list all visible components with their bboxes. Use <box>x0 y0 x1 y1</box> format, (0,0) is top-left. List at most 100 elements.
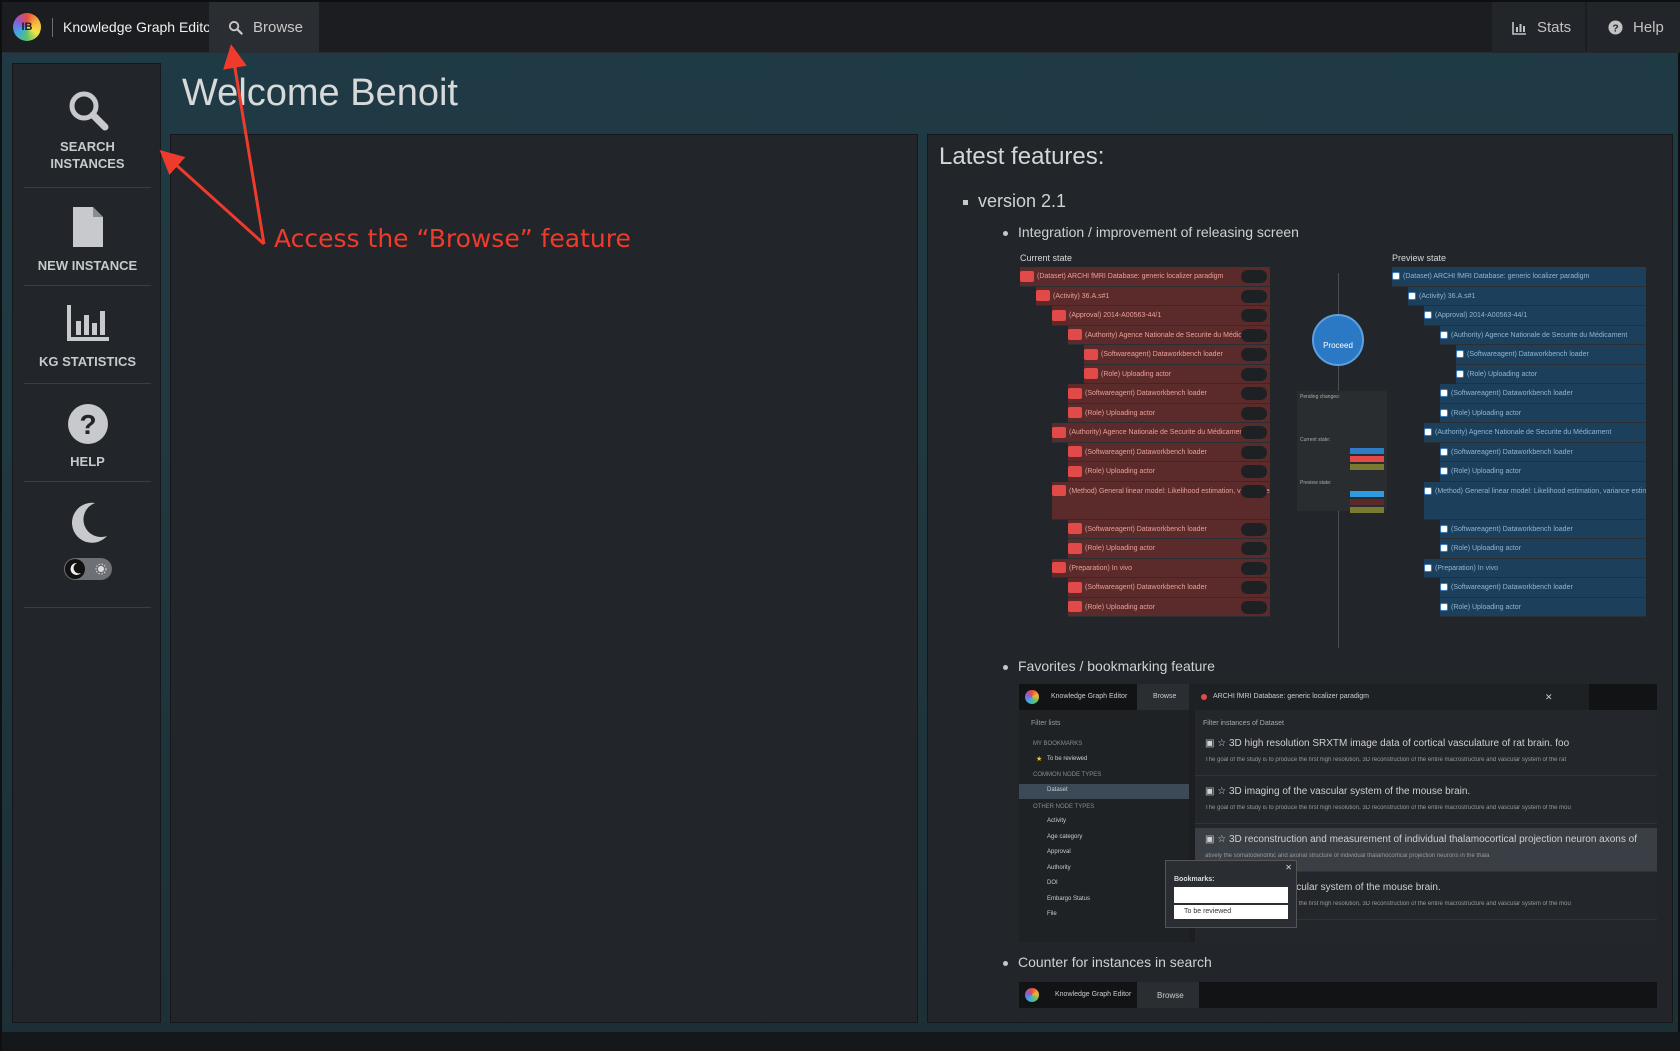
preview-state-row: (Softwareagent) Dataworkbench loader <box>1440 442 1646 462</box>
current-state-row: (Softwareagent) Dataworkbench loader <box>1068 519 1270 539</box>
preview-state-row: (Softwareagent) Dataworkbench loader <box>1440 578 1646 598</box>
status-strip <box>2 1032 1680 1051</box>
annotation-text: Access the “Browse” feature <box>274 224 631 253</box>
row-label: (Authority) Agence Nationale de Securite… <box>1451 331 1628 339</box>
checkbox-icon <box>1440 583 1448 592</box>
result-title: ▣ ☆ 3D imaging of the vascular system of… <box>1205 786 1471 797</box>
current-state-row: (Authority) Agence Nationale de Securite… <box>1068 325 1270 345</box>
row-label: (Role) Uploading actor <box>1085 468 1156 475</box>
checkbox-icon <box>1424 428 1432 437</box>
mini-browse-label: Browse <box>1157 991 1184 1000</box>
node-type-item[interactable]: DOI <box>1047 880 1058 886</box>
release-status-badge <box>1052 426 1066 438</box>
release-toggle[interactable] <box>1241 270 1267 283</box>
preview-state-row: (Softwareagent) Dataworkbench loader <box>1456 345 1646 365</box>
mini-app-title: Knowledge Graph Editor <box>1055 991 1132 998</box>
feature-counter: Counter for instances in search <box>1018 954 1212 970</box>
bookmark-preview-sidebar: Filter lists MY BOOKMARKS ★ To be review… <box>1019 710 1189 942</box>
checkbox-icon <box>1440 544 1448 553</box>
help-label: Help <box>1633 19 1664 36</box>
dataset-item: Dataset <box>1047 787 1068 793</box>
preview-state-row: (Softwareagent) Dataworkbench loader <box>1440 384 1646 404</box>
bookmarks-popover: ✕ Bookmarks: To be reviewed <box>1165 860 1297 928</box>
nav-help[interactable]: ? HELP <box>24 384 151 482</box>
nav-search-instances[interactable]: SEARCH INSTANCES <box>24 82 151 188</box>
result-title: ▣ ☆ 3D high resolution SRXTM image data … <box>1205 738 1570 749</box>
nav-kg-statistics[interactable]: KG STATISTICS <box>24 286 151 384</box>
release-toggle[interactable] <box>1241 406 1267 420</box>
node-type-item[interactable]: Approval <box>1047 849 1071 855</box>
mini-logo <box>1025 690 1039 704</box>
row-label: (Approval) 2014-A00563-44/1 <box>1069 312 1162 319</box>
nav-search-label-2: INSTANCES <box>50 156 125 171</box>
proceed-button[interactable]: Proceed <box>1312 314 1364 366</box>
to-be-reviewed-item: To be reviewed <box>1047 756 1088 762</box>
result-item[interactable]: ▣ ☆ 3D imaging of the vascular system of… <box>1195 780 1657 824</box>
release-toggle[interactable] <box>1241 367 1267 381</box>
pending-changes-box: Pending changes: Current state: Preview … <box>1297 391 1387 513</box>
bookmark-feature-preview: Knowledge Graph Editor Browse ARCHI fMRI… <box>1019 684 1657 942</box>
node-type-item[interactable]: Authority <box>1047 865 1071 871</box>
release-toggle[interactable] <box>1241 465 1267 478</box>
instances-panel <box>170 134 918 1023</box>
release-toggle[interactable] <box>1241 600 1267 614</box>
row-label: (Softwareagent) Dataworkbench loader <box>1451 390 1573 397</box>
release-toggle[interactable] <box>1241 484 1267 498</box>
checkbox-icon <box>1392 272 1400 281</box>
current-state-row: (Method) General linear model: Likelihoo… <box>1052 481 1270 520</box>
bookmark-input[interactable] <box>1174 887 1288 903</box>
release-toggle[interactable] <box>1241 561 1267 575</box>
sun-icon <box>95 563 106 575</box>
bookmark-preview-topbar: Knowledge Graph Editor Browse ARCHI fMRI… <box>1019 684 1657 710</box>
node-type-item[interactable]: Age category <box>1047 834 1082 840</box>
row-label: (Role) Uploading actor <box>1467 370 1538 378</box>
moon-icon <box>71 502 107 543</box>
nav-search-label-1: SEARCH <box>60 139 115 154</box>
release-toggle[interactable] <box>1241 348 1267 361</box>
nav-new-instance[interactable]: NEW INSTANCE <box>24 188 151 286</box>
row-label: (Softwareagent) Dataworkbench loader <box>1451 525 1573 533</box>
browse-tab[interactable]: Browse <box>209 2 319 53</box>
release-toggle[interactable] <box>1241 445 1267 459</box>
current-state-row: (Authority) Agence Nationale de Securite… <box>1052 423 1270 443</box>
release-status-badge <box>1036 290 1050 302</box>
release-toggle[interactable] <box>1241 542 1267 555</box>
row-label: (Role) Uploading actor <box>1085 603 1156 611</box>
current-state-row: (Softwareagent) Dataworkbench loader <box>1068 442 1270 462</box>
node-type-item[interactable]: Embargo Status <box>1047 896 1090 902</box>
app-title: Knowledge Graph Editor <box>63 19 216 35</box>
preview-status-title: Preview state: <box>1300 480 1332 486</box>
question-circle-icon: ? <box>67 404 108 444</box>
row-label: (Authority) Agence Nationale de Securite… <box>1435 429 1612 436</box>
release-toggle[interactable] <box>1241 309 1267 322</box>
preview-state-row: (Role) Uploading actor <box>1440 403 1646 423</box>
row-label: (Authority) Agence Nationale de Securite… <box>1069 429 1246 436</box>
result-item[interactable]: ▣ ☆ 3D high resolution SRXTM image data … <box>1195 732 1657 776</box>
release-toggle[interactable] <box>1241 328 1267 342</box>
side-navigation: SEARCH INSTANCES NEW INSTANCE KG STATIST… <box>12 63 161 1023</box>
feature-bookmarking: Favorites / bookmarking feature <box>1018 658 1215 674</box>
row-label: (Softwareagent) Dataworkbench loader <box>1467 351 1589 358</box>
bookmark-option[interactable]: To be reviewed <box>1174 905 1288 919</box>
close-icon: ✕ <box>1285 863 1292 872</box>
node-type-item[interactable]: File <box>1047 911 1057 917</box>
release-status-badge <box>1068 542 1082 554</box>
other-types-heading: OTHER NODE TYPES <box>1033 804 1095 810</box>
help-button[interactable]: ? Help <box>1587 2 1680 53</box>
latest-features-panel: Latest features: version 2.1 Integration… <box>927 134 1673 1023</box>
checkbox-icon <box>1424 563 1432 572</box>
release-toggle[interactable] <box>1241 387 1267 400</box>
release-toggle[interactable] <box>1241 581 1267 594</box>
row-label: (Activity) 36.A.s#1 <box>1053 292 1110 300</box>
current-state-label: Current state <box>1020 253 1073 263</box>
release-toggle[interactable] <box>1241 426 1267 439</box>
release-toggle[interactable] <box>1241 522 1267 536</box>
theme-toggle[interactable] <box>63 558 112 580</box>
preview-state-row: (Approval) 2014-A00563-44/1 <box>1424 306 1646 326</box>
node-type-item[interactable]: Activity <box>1047 818 1066 824</box>
row-label: (Role) Uploading actor <box>1085 409 1156 417</box>
checkbox-icon <box>1440 389 1448 398</box>
stats-button[interactable]: Stats <box>1492 2 1585 53</box>
preview-state-row: (Role) Uploading actor <box>1440 597 1646 617</box>
release-toggle[interactable] <box>1241 289 1267 303</box>
